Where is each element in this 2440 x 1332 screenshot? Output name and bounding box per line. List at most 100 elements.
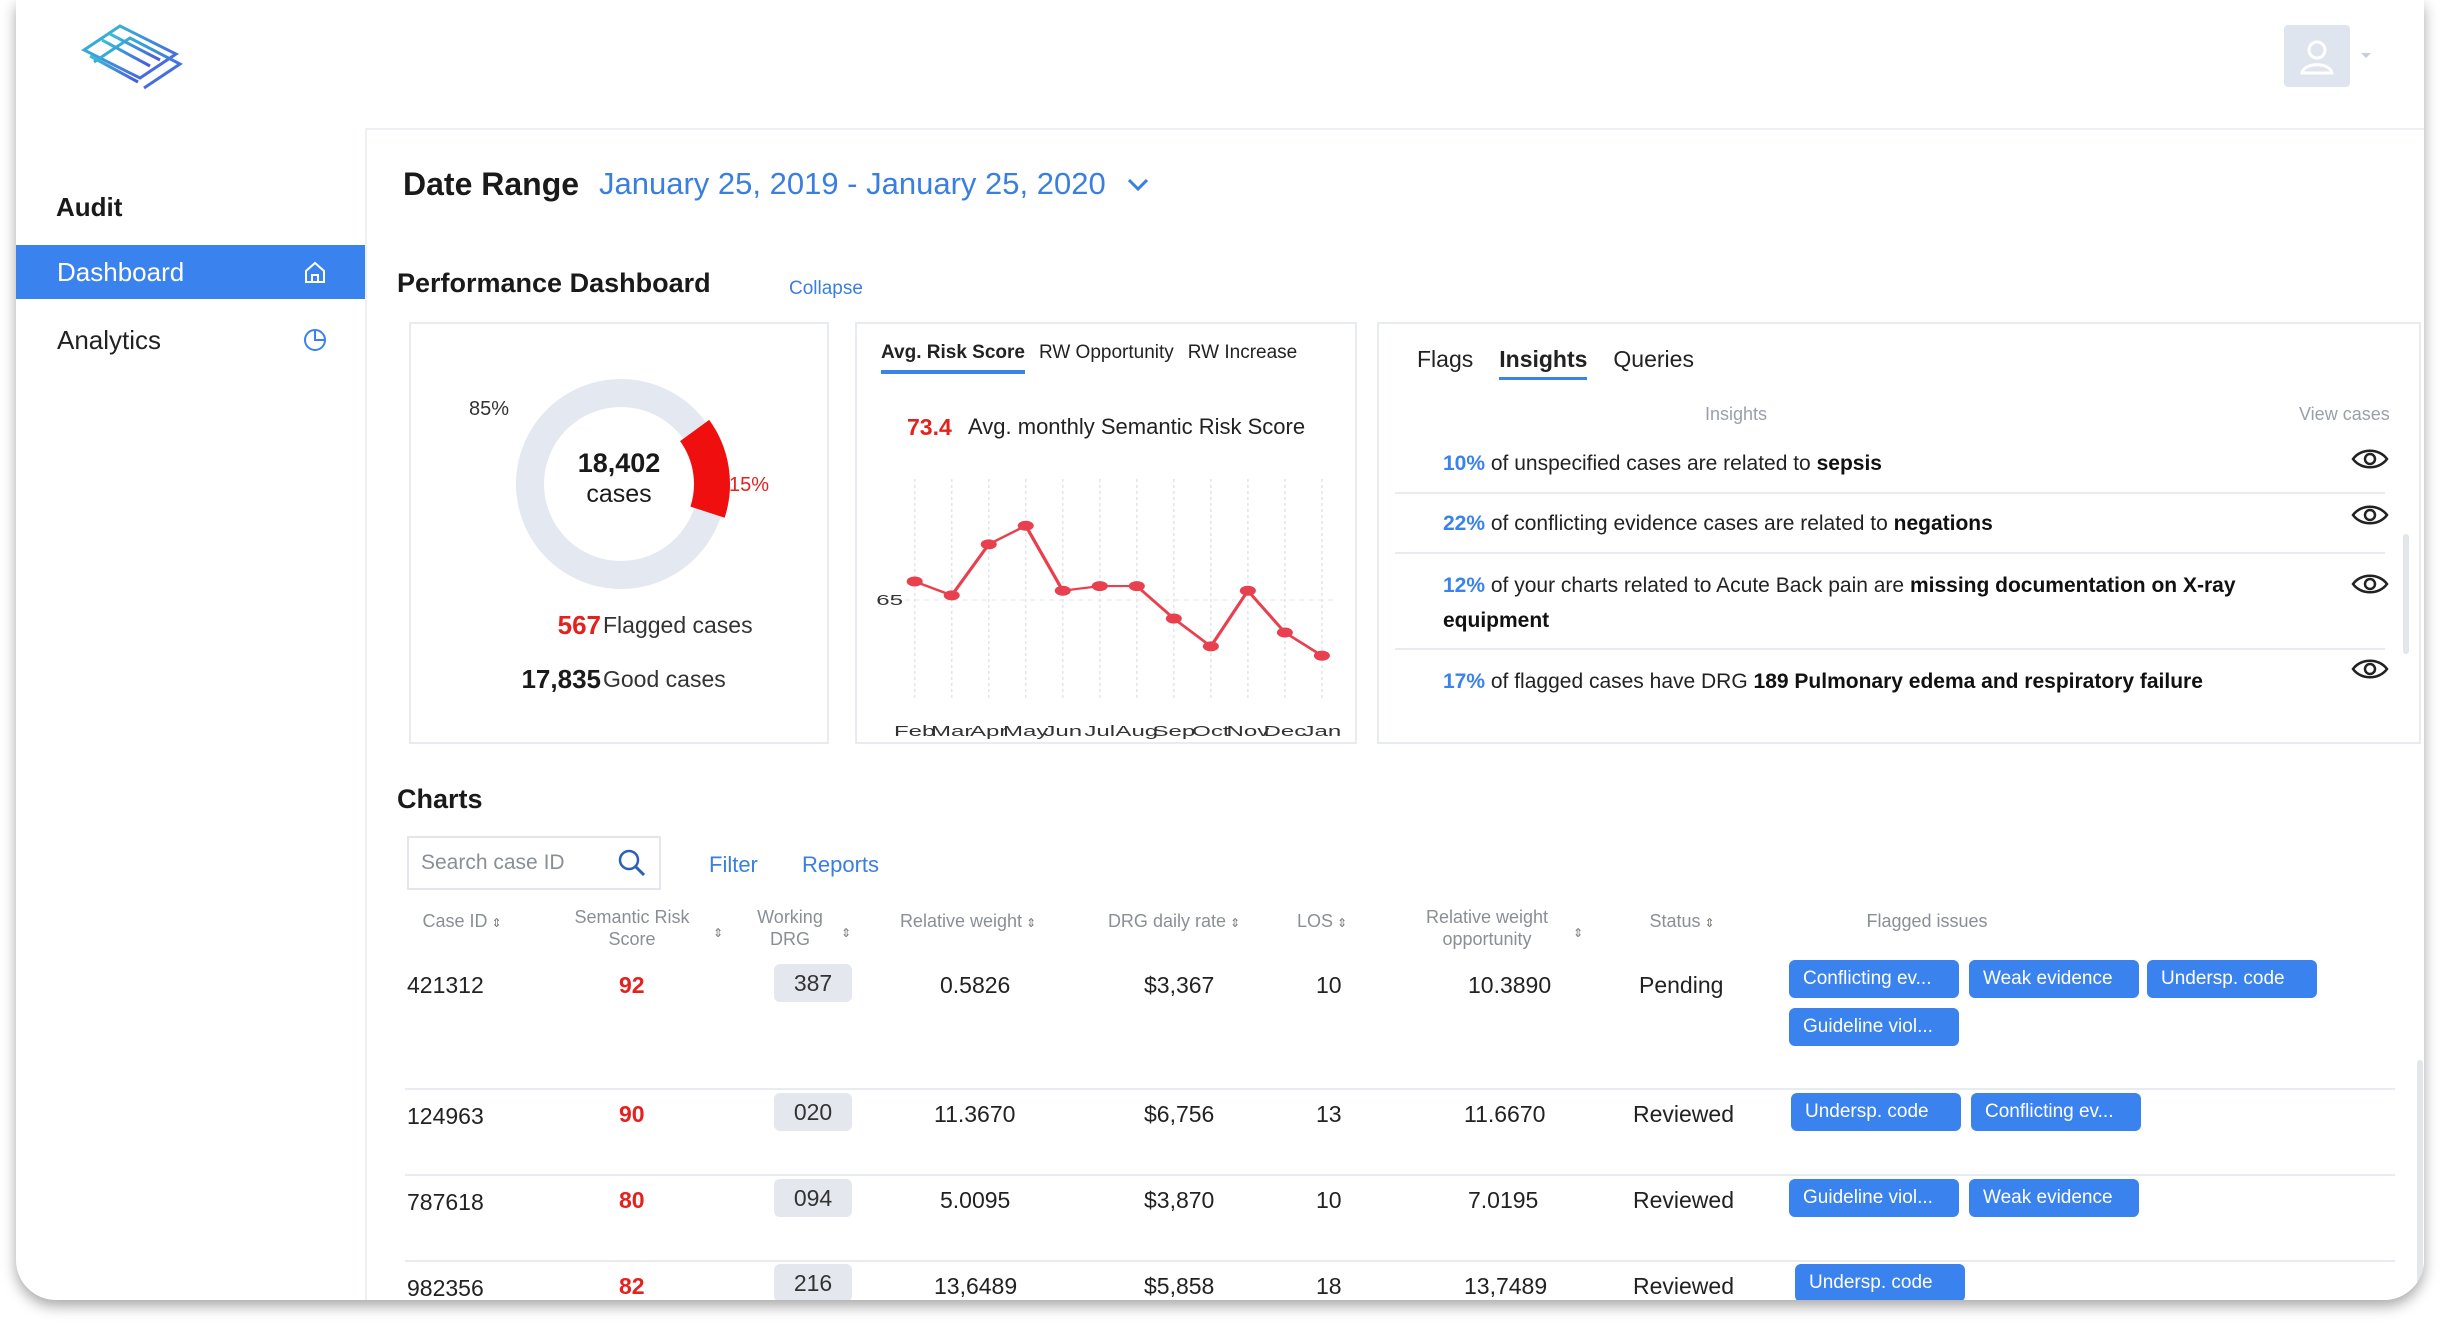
- risk-chart-tabs: Avg. Risk Score RW Opportunity RW Increa…: [881, 342, 1297, 374]
- case-id[interactable]: 124963: [407, 1103, 484, 1130]
- search-box: [407, 836, 661, 890]
- sort-icon[interactable]: ⇕: [1569, 920, 1583, 944]
- data-point: [980, 539, 997, 550]
- chevron-down-icon[interactable]: [1127, 178, 1149, 192]
- issue-tag[interactable]: Guideline viol...: [1789, 1179, 1959, 1217]
- x-tick-label: Sep: [1152, 723, 1195, 739]
- risk-score: 80: [619, 1187, 645, 1213]
- eye-icon[interactable]: [2351, 502, 2389, 528]
- insights-scrollbar[interactable]: [2403, 534, 2409, 654]
- eye-icon[interactable]: [2351, 656, 2389, 682]
- tab-rw-increase[interactable]: RW Increase: [1188, 342, 1297, 374]
- column-header-risk-score[interactable]: Semantic Risk Score: [557, 906, 707, 950]
- tab-flags[interactable]: Flags: [1417, 346, 1473, 380]
- header-label: DRG daily rate: [1107, 911, 1226, 931]
- stacked-layers-logo[interactable]: [80, 20, 184, 96]
- app-window: Audit Dashboard Analytics Date Range Jan…: [16, 0, 2424, 1300]
- data-point: [1054, 585, 1071, 596]
- issue-tag[interactable]: Conflicting ev...: [1971, 1093, 2141, 1131]
- drg-badge: 094: [774, 1179, 852, 1217]
- sidebar-item-dashboard[interactable]: Dashboard: [16, 245, 366, 299]
- column-header-drg-daily-rate[interactable]: DRG daily rate ⇕: [1089, 910, 1259, 934]
- charts-title: Charts: [397, 784, 483, 814]
- issue-tag[interactable]: Undersp. code: [1791, 1093, 1961, 1131]
- tab-rw-opportunity[interactable]: RW Opportunity: [1039, 342, 1174, 374]
- data-point: [1313, 650, 1330, 661]
- cases-donut-card: 85% 15% 18,402 cases 567 Flagged cases 1…: [409, 322, 829, 744]
- header-label: Relative weight: [1425, 907, 1549, 927]
- tab-avg-risk-score[interactable]: Avg. Risk Score: [881, 342, 1025, 374]
- table-scrollbar[interactable]: [2417, 1060, 2423, 1300]
- date-range-value[interactable]: January 25, 2019 - January 25, 2020: [599, 166, 1106, 202]
- issue-tag[interactable]: Undersp. code: [1795, 1264, 1965, 1300]
- data-point: [1202, 641, 1219, 652]
- search-input[interactable]: [419, 850, 603, 876]
- main-content: Date Range January 25, 2019 - January 25…: [365, 128, 2424, 1300]
- header-label: Score: [608, 929, 656, 949]
- x-tick-label: Jan: [1303, 723, 1342, 739]
- sort-icon[interactable]: ⇕: [709, 920, 723, 944]
- drg-daily-rate: $5,858: [1144, 1273, 1215, 1299]
- risk-line-chart: 65FebMarAprMayJun Jul AugSepOctNovDecJan: [876, 479, 1342, 740]
- table-row[interactable]: [405, 1262, 2395, 1300]
- data-point: [1017, 520, 1034, 531]
- los: 10: [1316, 972, 1342, 998]
- insight-row: 12% of your charts related to Acute Back…: [1395, 556, 2385, 650]
- collapse-link[interactable]: Collapse: [789, 278, 863, 300]
- good-label: Good cases: [603, 666, 726, 692]
- risk-score: 90: [619, 1101, 645, 1127]
- insight-row: 22% of conflicting evidence cases are re…: [1395, 496, 2385, 554]
- drg-daily-rate: $3,367: [1144, 972, 1215, 998]
- section-title: Performance Dashboard: [397, 268, 711, 298]
- issue-tag[interactable]: Undersp. code: [2147, 960, 2317, 998]
- reports-link[interactable]: Reports: [802, 852, 879, 878]
- data-point: [1165, 613, 1182, 624]
- column-header-working-drg[interactable]: Working DRG: [745, 906, 835, 950]
- risk-score-value: 73.4: [907, 414, 952, 440]
- status: Pending: [1639, 972, 1724, 998]
- x-tick-label: Jun: [1043, 723, 1082, 739]
- issue-tag[interactable]: Conflicting ev...: [1789, 960, 1959, 998]
- column-header-case-id[interactable]: Case ID ⇕: [407, 910, 517, 934]
- column-header-relative-weight[interactable]: Relative weight ⇕: [883, 910, 1053, 934]
- chevron-down-icon[interactable]: [2360, 52, 2372, 60]
- header-label: Flagged issues: [1866, 911, 1988, 931]
- column-header-status[interactable]: Status ⇕: [1627, 910, 1737, 934]
- insight-percentage: 10%: [1443, 452, 1486, 475]
- data-point: [1239, 585, 1256, 596]
- series-line: [913, 523, 1324, 657]
- drg-badge: 387: [774, 964, 852, 1002]
- total-cases: 18,402: [577, 448, 661, 478]
- search-icon[interactable]: [617, 848, 647, 878]
- insight-percentage: 17%: [1443, 670, 1486, 693]
- eye-icon[interactable]: [2351, 571, 2389, 597]
- case-id[interactable]: 982356: [407, 1275, 484, 1300]
- case-id[interactable]: 421312: [407, 972, 484, 999]
- sidebar-item-analytics[interactable]: Analytics: [16, 313, 366, 367]
- insight-text: of your charts related to Acute Back pai…: [1490, 574, 1905, 597]
- sort-icon[interactable]: ⇕: [837, 920, 851, 944]
- filter-link[interactable]: Filter: [709, 852, 758, 878]
- insight-percentage: 12%: [1443, 574, 1486, 597]
- los: 18: [1316, 1273, 1342, 1299]
- x-tick-label: Oct: [1192, 723, 1230, 739]
- flagged-label: Flagged cases: [603, 612, 753, 638]
- tab-insights[interactable]: Insights: [1499, 346, 1588, 380]
- column-header-los[interactable]: LOS ⇕: [1287, 910, 1357, 934]
- data-point: [1091, 581, 1108, 592]
- issue-tag[interactable]: Weak evidence: [1969, 960, 2139, 998]
- case-id[interactable]: 787618: [407, 1189, 484, 1216]
- issue-tag[interactable]: Weak evidence: [1969, 1179, 2139, 1217]
- drg-badge: 020: [774, 1093, 852, 1131]
- pie-chart-icon: [304, 329, 326, 351]
- user-avatar-button[interactable]: [2284, 25, 2350, 87]
- column-header-rw-opportunity[interactable]: Relative weight opportunity: [1407, 906, 1567, 950]
- tab-queries[interactable]: Queries: [1613, 346, 1694, 380]
- header-label: Semantic Risk: [574, 907, 690, 927]
- drg-daily-rate: $6,756: [1144, 1101, 1215, 1127]
- insights-tabs: Flags Insights Queries: [1417, 346, 1694, 380]
- eye-icon[interactable]: [2351, 446, 2389, 472]
- insight-percentage: 22%: [1443, 512, 1486, 535]
- insights-card: Flags Insights Queries Insights View cas…: [1377, 322, 2421, 744]
- issue-tag[interactable]: Guideline viol...: [1789, 1008, 1959, 1046]
